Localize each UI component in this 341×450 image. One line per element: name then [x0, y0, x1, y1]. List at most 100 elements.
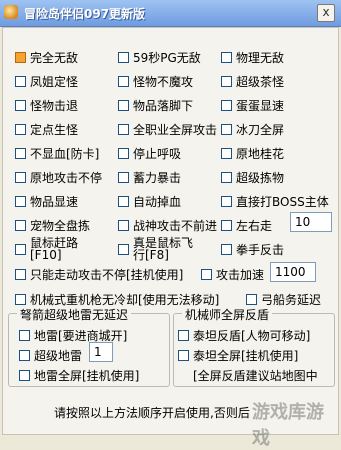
- checkbox-box[interactable]: [19, 350, 30, 361]
- checkbox-label: 59秒PG无敌: [133, 51, 201, 65]
- checkbox-label: 自动掉血: [133, 195, 182, 209]
- checkbox-box[interactable]: [15, 124, 26, 135]
- checkbox-label: 物理无敌: [236, 51, 285, 65]
- checkbox-label: 鼠标赶路 [F10]: [30, 236, 79, 262]
- checkbox-box[interactable]: [118, 243, 129, 255]
- checkbox-label: 左右走: [236, 219, 273, 233]
- checkbox-box[interactable]: [15, 172, 26, 183]
- checkbox-full-invincible[interactable]: 完全无敌: [15, 49, 78, 66]
- checkbox-label: 真是鼠标飞 行[F8]: [133, 236, 194, 262]
- checkbox-box[interactable]: [15, 220, 26, 231]
- checkbox-titan-reflect[interactable]: 泰坦反盾[人物可移动]: [178, 327, 310, 344]
- checkbox-box[interactable]: [118, 52, 129, 63]
- checkbox-box[interactable]: [19, 330, 30, 341]
- checkbox-box[interactable]: [15, 294, 26, 305]
- checkbox-osmanthus[interactable]: 原地桂花: [221, 145, 284, 162]
- checkbox-box[interactable]: [19, 370, 30, 381]
- checkbox-left-right-walk[interactable]: 左右走: [221, 217, 272, 234]
- checkbox-label: 超级拣物: [236, 171, 285, 185]
- window-title: 冒险岛伴侣097更新版: [24, 7, 146, 21]
- checkbox-label: 停止呼吸: [133, 147, 182, 161]
- checkbox-label: 地雷[要进商城开]: [34, 329, 128, 343]
- checkbox-box[interactable]: [178, 330, 189, 341]
- checkbox-attack-nonstop[interactable]: 原地攻击不停: [15, 169, 102, 186]
- checkbox-titan-fullscreen[interactable]: 泰坦全屏[挂机使用]: [178, 347, 298, 364]
- checkbox-label: 凤姐定怪: [30, 75, 79, 89]
- checkbox-physical-invincible[interactable]: 物理无敌: [221, 49, 284, 66]
- checkbox-label: 泰坦全屏[挂机使用]: [193, 349, 299, 363]
- checkbox-label: 原地桂花: [236, 147, 285, 161]
- mine-count-input[interactable]: 1: [89, 342, 113, 362]
- checkbox-box[interactable]: [15, 52, 26, 63]
- checkbox-item-drop-feet[interactable]: 物品落脚下: [118, 97, 193, 114]
- checkbox-box[interactable]: [118, 148, 129, 159]
- checkbox-box[interactable]: [221, 52, 232, 63]
- checkbox-box[interactable]: [118, 76, 129, 87]
- checkbox-boss-body[interactable]: 直接打BOSS主体: [221, 193, 329, 210]
- checkbox-box[interactable]: [201, 269, 212, 280]
- checkbox-box[interactable]: [15, 148, 26, 159]
- checkbox-box[interactable]: [221, 244, 232, 255]
- checkbox-ice-blade[interactable]: 冰刀全屏: [221, 121, 284, 138]
- checkbox-label: 直接打BOSS主体: [236, 195, 329, 209]
- checkbox-no-magic-attack[interactable]: 怪物不魔攻: [118, 73, 193, 90]
- checkbox-auto-drop-hp[interactable]: 自动掉血: [118, 193, 181, 210]
- checkbox-aran-no-advance[interactable]: 战神攻击不前进: [118, 217, 217, 234]
- checkbox-box[interactable]: [246, 294, 257, 305]
- checkbox-super-pickup[interactable]: 超级拣物: [221, 169, 284, 186]
- left-right-input[interactable]: 10: [290, 212, 332, 232]
- checkbox-box[interactable]: [15, 100, 26, 111]
- checkbox-label: 拳手反击: [236, 243, 285, 257]
- checkbox-label: 定点生怪: [30, 123, 79, 137]
- checkbox-box[interactable]: [15, 76, 26, 87]
- checkbox-stop-breath[interactable]: 停止呼吸: [118, 145, 181, 162]
- checkbox-box[interactable]: [15, 243, 26, 255]
- checkbox-box[interactable]: [221, 76, 232, 87]
- checkbox-box[interactable]: [221, 148, 232, 159]
- checkbox-label: 不显血[防卡]: [30, 147, 100, 161]
- checkbox-label: 蛋蛋显速: [236, 99, 285, 113]
- checkbox-box[interactable]: [15, 196, 26, 207]
- checkbox-mouse-fly[interactable]: 真是鼠标飞 行[F8]: [118, 237, 193, 261]
- checkbox-box[interactable]: [221, 196, 232, 207]
- checkbox-label: 泰坦反盾[人物可移动]: [193, 329, 311, 343]
- checkbox-label: 怪物不魔攻: [133, 75, 194, 89]
- checkbox-egg-speed[interactable]: 蛋蛋显速: [221, 97, 284, 114]
- checkbox-label: 原地攻击不停: [30, 171, 103, 185]
- checkbox-freeze-monster[interactable]: 凤姐定怪: [15, 73, 78, 90]
- footer-instructions: 请按照以上方法顺序开启使用,否则后: [54, 406, 250, 420]
- checkbox-full-screen-attack[interactable]: 全职业全屏攻击: [118, 121, 217, 138]
- checkbox-mine-fullscreen[interactable]: 地雷全屏[挂机使用]: [19, 367, 139, 384]
- checkbox-only-walk-attack[interactable]: 只能走动攻击不停[挂机使用]: [15, 266, 183, 283]
- close-button[interactable]: x: [317, 4, 335, 22]
- checkbox-box[interactable]: [118, 124, 129, 135]
- checkbox-knockback[interactable]: 怪物击退: [15, 97, 78, 114]
- checkbox-fixed-spawn[interactable]: 定点生怪: [15, 121, 78, 138]
- checkbox-box[interactable]: [118, 220, 129, 231]
- checkbox-label: 地雷全屏[挂机使用]: [34, 369, 140, 383]
- checkbox-box[interactable]: [118, 100, 129, 111]
- checkbox-attack-speed[interactable]: 攻击加速: [201, 266, 264, 283]
- checkbox-pet-pickup[interactable]: 宠物全盘拣: [15, 217, 90, 234]
- attack-speed-input[interactable]: 1100: [270, 262, 316, 282]
- checkbox-mouse-travel[interactable]: 鼠标赶路 [F10]: [15, 237, 78, 261]
- checkbox-super-mine[interactable]: 超级地雷: [19, 347, 82, 364]
- checkbox-label: 蓄力暴击: [133, 171, 182, 185]
- checkbox-brawler-counter[interactable]: 拳手反击: [221, 241, 284, 258]
- checkbox-59s-pg[interactable]: 59秒PG无敌: [118, 49, 201, 66]
- checkbox-charge-crit[interactable]: 蓄力暴击: [118, 169, 181, 186]
- checkbox-item-speed[interactable]: 物品显速: [15, 193, 78, 210]
- checkbox-super-monster[interactable]: 超级茶怪: [221, 73, 284, 90]
- checkbox-hide-hp[interactable]: 不显血[防卡]: [15, 145, 99, 162]
- checkbox-box[interactable]: [118, 172, 129, 183]
- checkbox-box[interactable]: [221, 100, 232, 111]
- watermark-logo: 游戏库游戏: [252, 402, 324, 449]
- checkbox-box[interactable]: [118, 196, 129, 207]
- checkbox-box[interactable]: [15, 269, 26, 280]
- groupbox-title: 机械师全屏反盾: [182, 306, 273, 323]
- checkbox-box[interactable]: [221, 220, 232, 231]
- checkbox-box[interactable]: [221, 124, 232, 135]
- checkbox-box[interactable]: [221, 172, 232, 183]
- checkbox-box[interactable]: [178, 350, 189, 361]
- app-icon: [4, 5, 18, 19]
